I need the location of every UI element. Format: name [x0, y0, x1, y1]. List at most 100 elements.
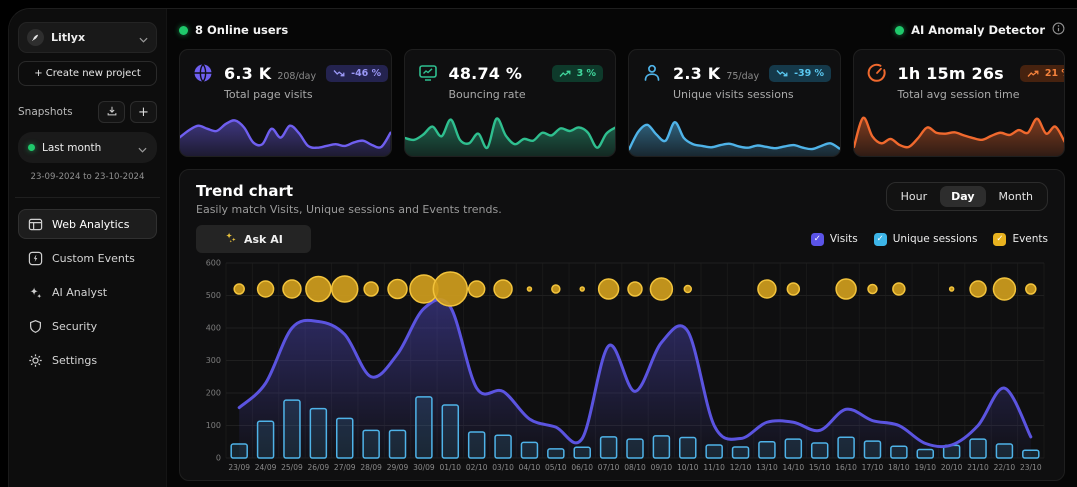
browser-icon: [27, 216, 43, 232]
trend-up-icon: [559, 69, 572, 78]
trend-chart-area: 010020030040050060023/0924/0925/0926/092…: [196, 259, 1048, 474]
gear-icon: [27, 352, 43, 368]
snapshot-select[interactable]: Last month: [18, 132, 157, 163]
svg-text:15/10: 15/10: [809, 463, 831, 472]
svg-text:0: 0: [216, 454, 221, 463]
app-window: Litlyx + Create new project Snapshots + …: [8, 8, 1077, 487]
chevron-down-icon: [139, 28, 148, 47]
svg-text:22/10: 22/10: [994, 463, 1016, 472]
project-selector[interactable]: Litlyx: [18, 22, 157, 53]
stat-label: Unique visits sessions: [673, 88, 828, 101]
stat-rate: 75/day: [726, 71, 759, 82]
sparkline-chart: [854, 104, 1065, 156]
stat-card-bouncing-rate: 48.74 % 3 % Bouncing rate: [404, 49, 617, 157]
stat-card-avg-session-time: 1h 15m 26s 21 % Total avg session time: [853, 49, 1066, 157]
trend-up-icon: [1027, 69, 1040, 78]
export-snapshot-button[interactable]: [98, 101, 125, 123]
create-project-button[interactable]: + Create new project: [18, 61, 157, 86]
timer-icon: [866, 62, 888, 84]
checkbox-icon: ✓: [811, 233, 824, 246]
trend-chart-title: Trend chart: [196, 182, 502, 200]
tab-month[interactable]: Month: [988, 186, 1044, 207]
sparkline-chart: [405, 104, 616, 156]
sparkles-icon: [27, 284, 43, 300]
stat-value: 2.3 K: [673, 64, 720, 83]
sidebar-item-web-analytics[interactable]: Web Analytics: [18, 209, 157, 239]
svg-text:11/10: 11/10: [703, 463, 725, 472]
stat-label: Total avg session time: [898, 88, 1053, 101]
svg-text:04/10: 04/10: [519, 463, 541, 472]
svg-text:08/10: 08/10: [624, 463, 646, 472]
svg-text:02/10: 02/10: [466, 463, 488, 472]
ai-anomaly-detector: AI Anomaly Detector: [895, 22, 1065, 38]
person-icon: [641, 62, 663, 84]
main-content: 8 Online users AI Anomaly Detector 6.3 K…: [167, 9, 1077, 487]
online-dot-icon: [179, 26, 188, 35]
tab-hour[interactable]: Hour: [890, 186, 939, 207]
svg-text:27/09: 27/09: [334, 463, 356, 472]
sidebar-item-label: Custom Events: [52, 252, 135, 265]
stat-value: 6.3 K: [224, 64, 271, 83]
granularity-tabs: Hour Day Month: [886, 182, 1048, 211]
sidebar: Litlyx + Create new project Snapshots + …: [9, 9, 167, 487]
globe-icon: [192, 62, 214, 84]
checkbox-icon: ✓: [993, 233, 1006, 246]
add-snapshot-button[interactable]: +: [130, 101, 157, 123]
legend-visits[interactable]: ✓Visits: [811, 233, 858, 246]
sidebar-nav: Web Analytics Custom Events AI Analyst S…: [18, 209, 157, 375]
svg-text:03/10: 03/10: [492, 463, 514, 472]
svg-text:12/10: 12/10: [730, 463, 752, 472]
svg-text:200: 200: [206, 389, 221, 398]
svg-text:01/10: 01/10: [439, 463, 461, 472]
svg-text:500: 500: [206, 291, 221, 300]
sidebar-item-custom-events[interactable]: Custom Events: [18, 243, 157, 273]
legend-events[interactable]: ✓Events: [993, 233, 1048, 246]
trend-badge: 21 %: [1020, 65, 1065, 82]
svg-text:28/09: 28/09: [360, 463, 382, 472]
svg-text:30/09: 30/09: [413, 463, 435, 472]
sidebar-item-ai-analyst[interactable]: AI Analyst: [18, 277, 157, 307]
svg-text:100: 100: [206, 421, 221, 430]
topbar: 8 Online users AI Anomaly Detector: [179, 21, 1065, 39]
green-dot-icon: [28, 144, 35, 151]
plus-icon: +: [138, 106, 149, 119]
sparkline-chart: [180, 104, 391, 156]
trend-badge: 3 %: [552, 65, 603, 82]
svg-text:09/10: 09/10: [651, 463, 673, 472]
stat-value: 48.74 %: [449, 64, 523, 83]
svg-text:14/10: 14/10: [783, 463, 805, 472]
stat-rate: 208/day: [277, 71, 316, 82]
trend-chart-subtitle: Easily match Visits, Unique sessions and…: [196, 203, 502, 216]
ai-sparkle-icon: [224, 231, 237, 247]
sidebar-item-settings[interactable]: Settings: [18, 345, 157, 375]
trend-chart-svg[interactable]: 010020030040050060023/0924/0925/0926/092…: [196, 259, 1048, 474]
anomaly-dot-icon: [895, 26, 904, 35]
stat-card-total-page-visits: 6.3 K208/day -46 % Total page visits: [179, 49, 392, 157]
tab-day[interactable]: Day: [940, 186, 985, 207]
chevron-down-icon: [138, 138, 147, 157]
info-icon[interactable]: [1052, 22, 1065, 38]
stat-value: 1h 15m 26s: [898, 64, 1004, 83]
svg-text:06/10: 06/10: [571, 463, 593, 472]
svg-text:19/10: 19/10: [914, 463, 936, 472]
sparkline-chart: [629, 104, 840, 156]
svg-text:25/09: 25/09: [281, 463, 303, 472]
sidebar-item-label: Web Analytics: [52, 218, 129, 231]
chart-legend: ✓Visits ✓Unique sessions ✓Events: [811, 233, 1048, 246]
svg-text:17/10: 17/10: [862, 463, 884, 472]
sidebar-item-security[interactable]: Security: [18, 311, 157, 341]
project-name: Litlyx: [51, 31, 132, 44]
checkbox-icon: ✓: [874, 233, 887, 246]
download-icon: [106, 105, 118, 120]
ask-ai-button[interactable]: Ask AI: [196, 225, 311, 253]
svg-text:29/09: 29/09: [387, 463, 409, 472]
sidebar-divider: [15, 197, 160, 198]
monitor-icon: [417, 62, 439, 84]
svg-text:10/10: 10/10: [677, 463, 699, 472]
litlyx-logo-icon: [27, 29, 44, 46]
sidebar-item-label: Settings: [52, 354, 97, 367]
svg-text:600: 600: [206, 259, 221, 268]
svg-text:07/10: 07/10: [598, 463, 620, 472]
svg-text:24/09: 24/09: [255, 463, 277, 472]
legend-unique-sessions[interactable]: ✓Unique sessions: [874, 233, 978, 246]
